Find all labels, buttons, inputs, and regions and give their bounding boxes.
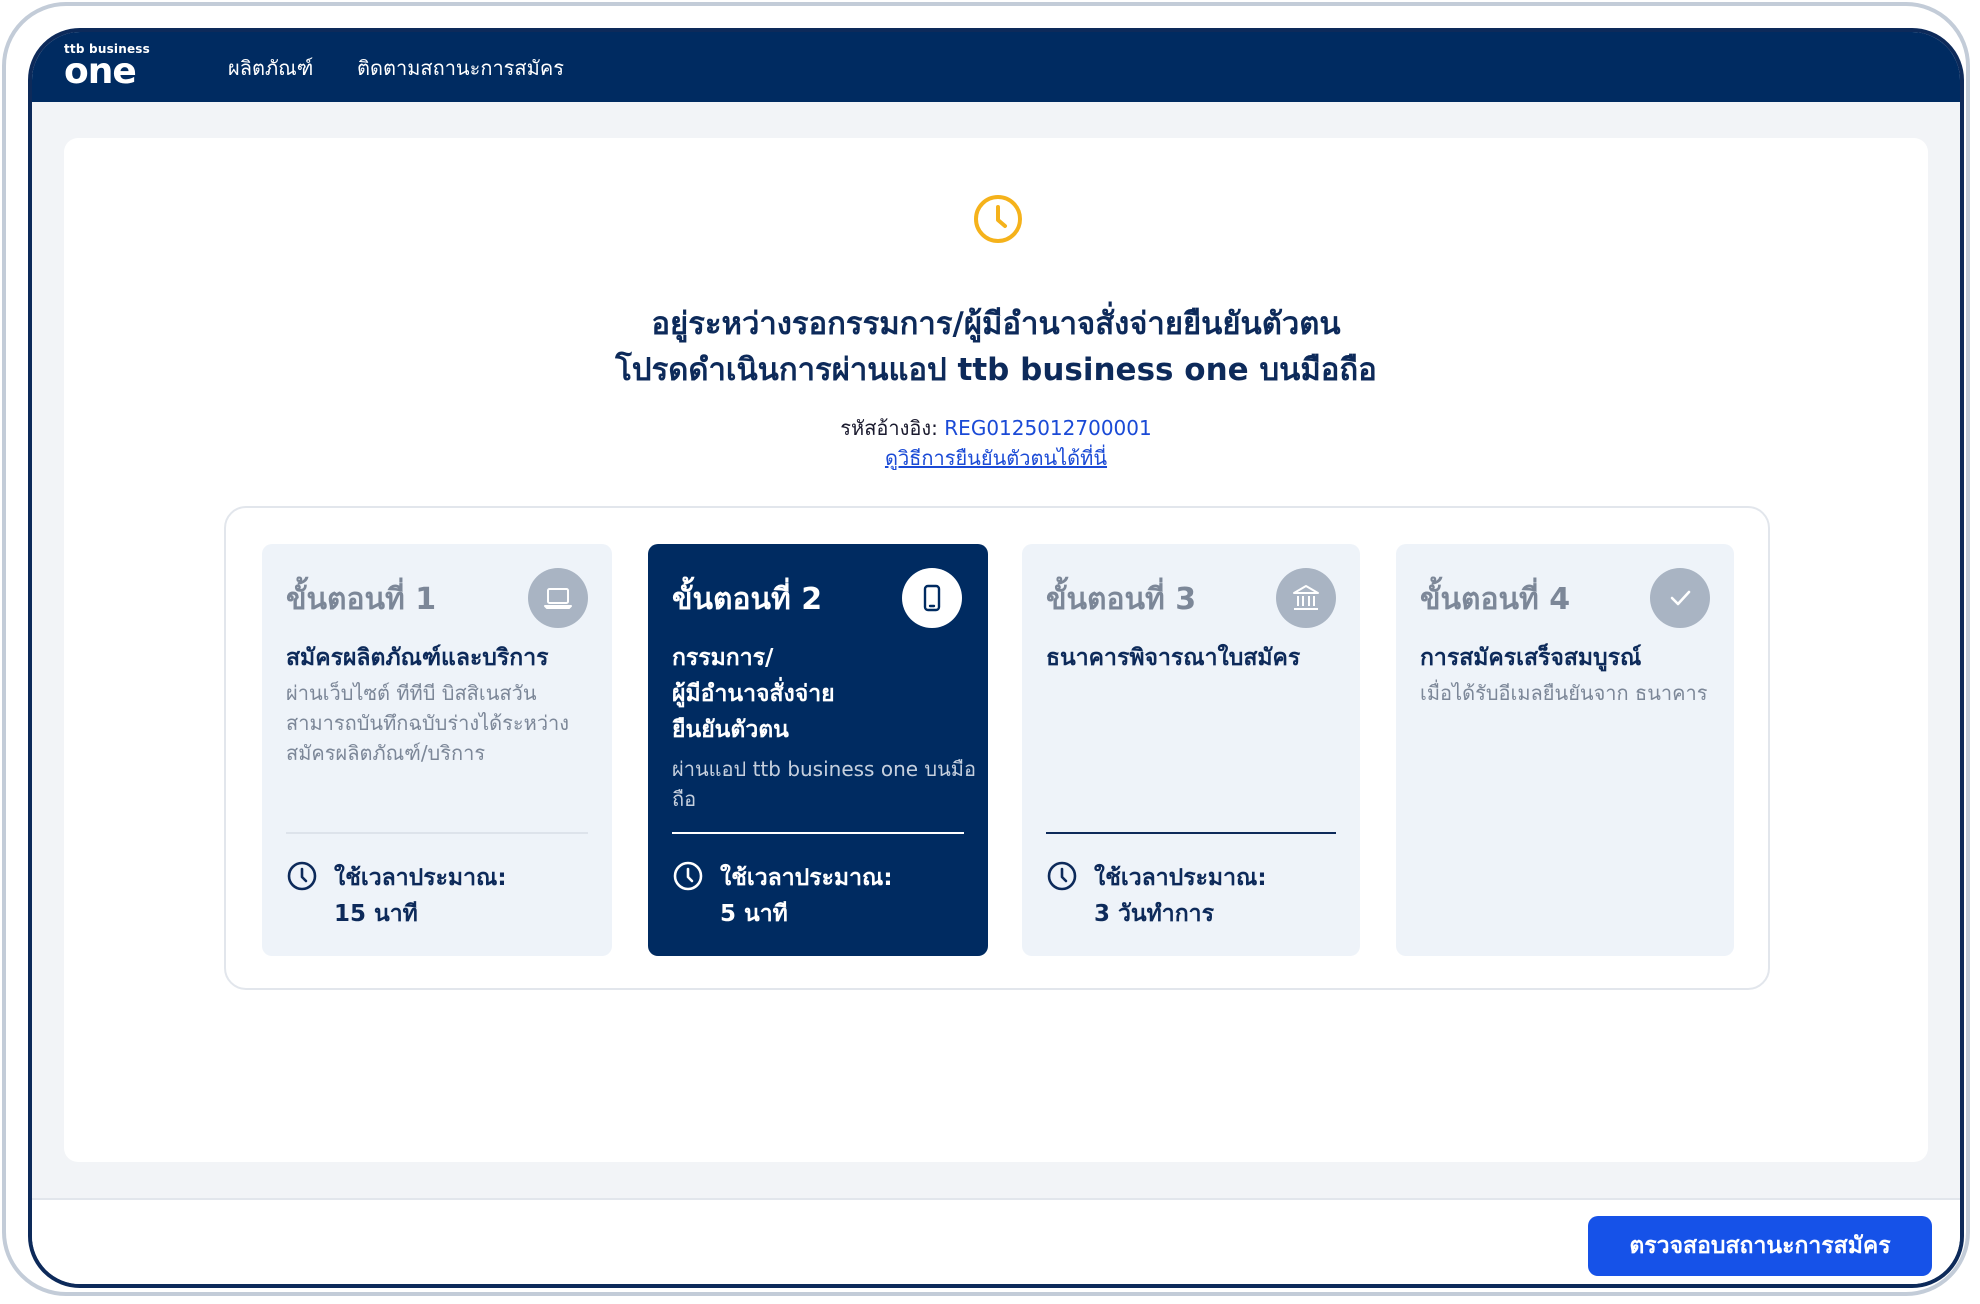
step-title-line: ยืนยันตัวตน	[672, 717, 789, 743]
app-screen: ttb business one ผลิตภัณฑ์ ติดตามสถานะกา…	[28, 28, 1964, 1288]
time-estimate-label: ใช้เวลาประมาณ:	[720, 865, 893, 891]
step-badge	[1276, 568, 1336, 628]
step-heading: ขั้นตอนที่ 4	[1420, 582, 1571, 617]
step-divider	[672, 832, 964, 834]
bank-icon	[1293, 585, 1319, 610]
step-heading: ขั้นตอนที่ 1	[286, 582, 437, 617]
check-application-status-button[interactable]: ตรวจสอบสถานะการสมัคร	[1588, 1216, 1932, 1276]
pending-clock-icon	[974, 195, 1022, 243]
step-title-line: กรรมการ/	[672, 645, 774, 671]
top-nav-bar: ttb business one ผลิตภัณฑ์ ติดตามสถานะกา…	[32, 32, 1960, 102]
time-estimate-value: 15 นาที	[334, 901, 418, 927]
step-description: เมื่อได้รับอีเมลยืนยันจาก ธนาคาร	[1420, 681, 1708, 705]
brand-logo-big-text: one	[64, 51, 137, 92]
step-card-3: ขั้นตอนที่ 3 ธนาคารพิจารณาใบสมัคร ใช้เวล…	[1022, 544, 1360, 956]
reference-line: รหัสอ้างอิง: REG0125012700001	[64, 412, 1928, 444]
reference-code: REG0125012700001	[944, 416, 1152, 440]
status-subtitle: โปรดดำเนินการผ่านแอป ttb business one บน…	[615, 352, 1377, 388]
step-title: การสมัครเสร็จสมบูรณ์	[1420, 645, 1642, 671]
clock-icon	[287, 861, 317, 891]
time-estimate-label: ใช้เวลาประมาณ:	[1094, 865, 1267, 891]
clock-icon	[1047, 861, 1077, 891]
step-card-4: ขั้นตอนที่ 4 การสมัครเสร็จสมบูรณ์ เมื่อไ…	[1396, 544, 1734, 956]
step-description: ผ่านแอป ttb business one บนมือถือ	[672, 757, 976, 811]
time-estimate-value: 5 นาที	[720, 901, 788, 927]
laptop-icon	[544, 588, 572, 609]
how-to-verify-link[interactable]: ดูวิธีการยืนยันตัวตนได้ที่นี่	[64, 442, 1928, 474]
reference-label: รหัสอ้างอิง:	[840, 416, 938, 440]
status-card: อยู่ระหว่างรอกรรมการ/ผู้มีอำนาจสั่งจ่ายย…	[64, 138, 1928, 1162]
status-title: อยู่ระหว่างรอกรรมการ/ผู้มีอำนาจสั่งจ่ายย…	[651, 306, 1341, 342]
step-card-2: ขั้นตอนที่ 2 กรรมการ/ ผู้มีอำนาจสั่งจ่าย…	[648, 544, 988, 956]
mobile-phone-icon	[923, 584, 941, 612]
check-icon	[1670, 590, 1691, 606]
device-frame: ttb business one ผลิตภัณฑ์ ติดตามสถานะกา…	[2, 2, 1970, 1296]
step-card-1: ขั้นตอนที่ 1 สมัครผลิตภัณฑ์และบริการ ผ่า…	[262, 544, 612, 956]
nav-item-track-status[interactable]: ติดตามสถานะการสมัคร	[357, 52, 564, 84]
step-description: ผ่านเว็บไซต์ ทีทีบี บิสสิเนสวัน สามารถบั…	[286, 681, 570, 765]
step-title: ธนาคารพิจารณาใบสมัคร	[1046, 645, 1301, 671]
step-title: กรรมการ/ ผู้มีอำนาจสั่งจ่าย ยืนยันตัวตน	[672, 640, 972, 748]
step-divider	[286, 832, 588, 834]
step-badge	[528, 568, 588, 628]
steps-container: ขั้นตอนที่ 1 สมัครผลิตภัณฑ์และบริการ ผ่า…	[224, 506, 1770, 990]
step-badge	[902, 568, 962, 628]
time-estimate-label: ใช้เวลาประมาณ:	[334, 865, 507, 891]
step-heading: ขั้นตอนที่ 3	[1046, 582, 1197, 617]
time-estimate-value: 3 วันทำการ	[1094, 901, 1214, 927]
nav-item-products[interactable]: ผลิตภัณฑ์	[228, 52, 313, 84]
step-title-line: ผู้มีอำนาจสั่งจ่าย	[672, 681, 835, 707]
step-title: สมัครผลิตภัณฑ์และบริการ	[286, 645, 549, 671]
clock-icon	[673, 861, 703, 891]
step-divider	[1046, 832, 1336, 834]
step-badge	[1650, 568, 1710, 628]
bottom-action-bar: ตรวจสอบสถานะการสมัคร	[32, 1198, 1960, 1284]
step-heading: ขั้นตอนที่ 2	[672, 582, 823, 617]
brand-logo[interactable]: ttb business one	[64, 42, 154, 94]
